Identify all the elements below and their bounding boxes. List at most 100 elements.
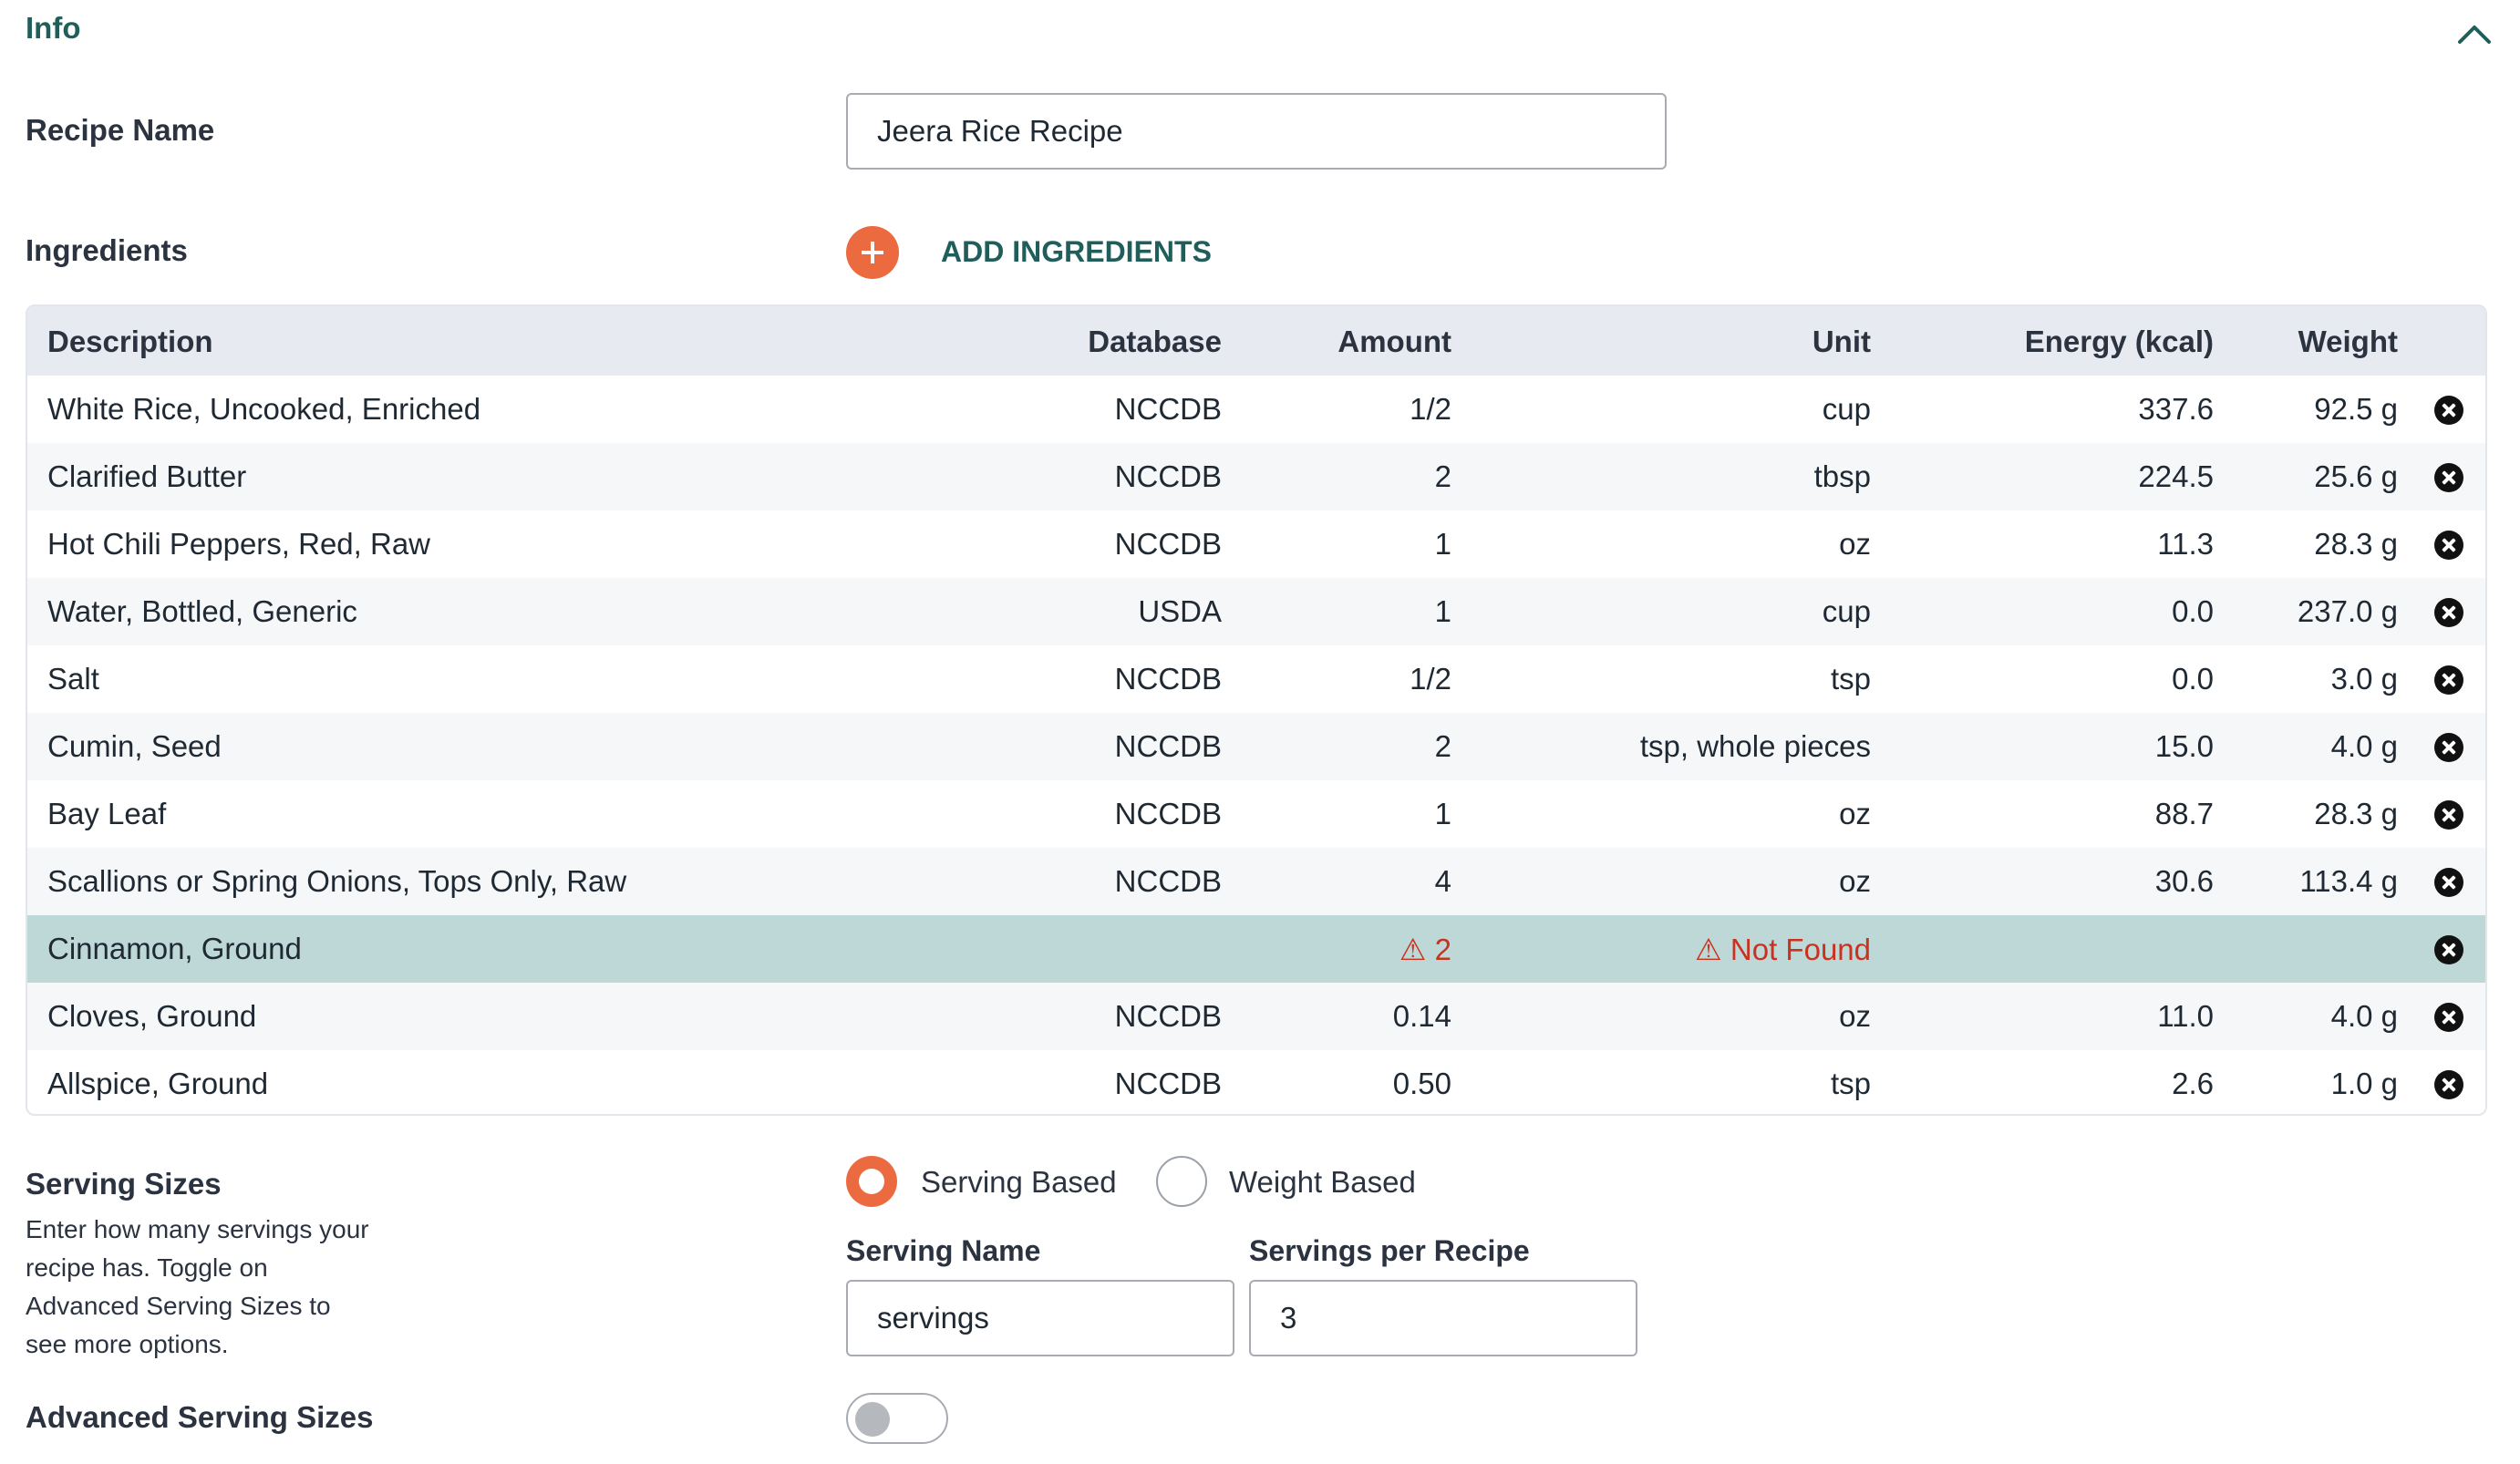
description-cell: Water, Bottled, Generic (47, 594, 357, 628)
energy-cell: 88.7 (2154, 797, 2214, 830)
energy-cell: 11.0 (2157, 999, 2214, 1033)
amount-cell: 1 (1434, 594, 1451, 628)
remove-ingredient-icon[interactable] (2434, 800, 2463, 830)
remove-ingredient-icon[interactable] (2434, 1003, 2463, 1032)
remove-ingredient-icon[interactable] (2434, 868, 2463, 897)
weight-cell: 4.0 g (2330, 729, 2398, 763)
column-header-description[interactable]: Description (47, 325, 213, 359)
weight-based-label[interactable]: Weight Based (1229, 1165, 1416, 1200)
description-cell: Clarified Butter (47, 459, 247, 493)
unit-cell: tsp (1830, 1067, 1871, 1100)
database-cell: NCCDB (1114, 392, 1222, 426)
column-header-database[interactable]: Database (1088, 325, 1222, 359)
remove-ingredient-icon[interactable] (2434, 935, 2463, 964)
energy-cell: 2.6 (2172, 1067, 2214, 1100)
amount-cell: 1/2 (1410, 392, 1451, 426)
amount-cell: 0.50 (1392, 1067, 1451, 1100)
description-cell: White Rice, Uncooked, Enriched (47, 392, 481, 426)
weight-cell: 92.5 g (2314, 392, 2398, 426)
chevron-up-icon[interactable] (2454, 18, 2494, 51)
energy-cell: 15.0 (2154, 729, 2214, 763)
table-row[interactable]: Clarified Butter NCCDB 2 tbsp 224.5 25.6 g (27, 443, 2485, 510)
table-row[interactable]: White Rice, Uncooked, Enriched NCCDB 1/2 cu… (27, 376, 2485, 443)
column-header-weight[interactable]: Weight (2298, 325, 2398, 359)
energy-cell: 337.6 (2138, 392, 2214, 426)
table-header: Description Database Amount Unit Energy … (27, 306, 2485, 376)
remove-ingredient-icon[interactable] (2434, 733, 2463, 762)
advanced-serving-sizes-label: Advanced Serving Sizes (26, 1400, 374, 1434)
amount-cell: 1 (1434, 797, 1451, 830)
energy-cell: 11.3 (2157, 527, 2214, 561)
amount-cell: 0.14 (1392, 999, 1451, 1033)
weight-cell: 3.0 g (2330, 662, 2398, 696)
unit-cell: tsp, whole pieces (1639, 729, 1871, 763)
servings-per-recipe-input[interactable] (1249, 1280, 1637, 1356)
amount-cell: 2 (1434, 459, 1451, 493)
unit-cell: cup (1822, 594, 1871, 628)
advanced-serving-sizes-toggle[interactable] (846, 1393, 948, 1444)
ingredients-table: Description Database Amount Unit Energy … (26, 304, 2487, 1116)
column-header-energy[interactable]: Energy (kcal) (2025, 325, 2214, 359)
amount-cell: 4 (1434, 864, 1451, 898)
serving-name-input[interactable] (846, 1280, 1234, 1356)
remove-ingredient-icon[interactable] (2434, 665, 2463, 695)
add-ingredients-button[interactable]: ADD INGREDIENTS (941, 235, 1212, 269)
unit-cell: oz (1839, 999, 1871, 1033)
description-cell: Bay Leaf (47, 797, 167, 830)
amount-cell: 1 (1434, 527, 1451, 561)
description-cell: Scallions or Spring Onions, Tops Only, R… (47, 864, 627, 898)
table-row[interactable]: Cinnamon, Ground ⚠ 2 ⚠ Not Found (27, 915, 2485, 983)
add-ingredient-icon[interactable] (846, 226, 899, 279)
remove-ingredient-icon[interactable] (2434, 1070, 2463, 1099)
description-cell: Salt (47, 662, 99, 696)
amount-cell: ⚠ 2 (1399, 933, 1451, 966)
description-cell: Cumin, Seed (47, 729, 222, 763)
remove-ingredient-icon[interactable] (2434, 396, 2463, 425)
energy-cell: 224.5 (2138, 459, 2214, 493)
serving-sizes-label: Serving Sizes (26, 1167, 222, 1201)
serving-based-radio[interactable] (846, 1156, 897, 1207)
description-cell: Hot Chili Peppers, Red, Raw (47, 527, 431, 561)
database-cell: NCCDB (1114, 797, 1222, 830)
amount-cell: 2 (1434, 729, 1451, 763)
table-row[interactable]: Salt NCCDB 1/2 tsp 0.0 3.0 g (27, 645, 2485, 713)
table-row[interactable]: Cloves, Ground NCCDB 0.14 oz 11.0 4.0 g (27, 983, 2485, 1050)
recipe-name-input[interactable] (846, 93, 1667, 170)
unit-cell: tbsp (1813, 459, 1871, 493)
energy-cell: 30.6 (2154, 864, 2214, 898)
weight-based-radio[interactable] (1156, 1156, 1207, 1207)
table-row[interactable]: Scallions or Spring Onions, Tops Only, R… (27, 848, 2485, 915)
weight-cell: 4.0 g (2330, 999, 2398, 1033)
database-cell: NCCDB (1114, 864, 1222, 898)
table-row[interactable]: Cumin, Seed NCCDB 2 tsp, whole pieces 15.0 4.… (27, 713, 2485, 780)
unit-cell: cup (1822, 392, 1871, 426)
remove-ingredient-icon[interactable] (2434, 531, 2463, 560)
column-header-unit[interactable]: Unit (1813, 325, 1871, 359)
unit-cell: ⚠ Not Found (1695, 933, 1871, 966)
table-row[interactable]: Bay Leaf NCCDB 1 oz 88.7 28.3 g (27, 780, 2485, 848)
database-cell: NCCDB (1114, 459, 1222, 493)
description-cell: Cloves, Ground (47, 999, 257, 1033)
description-cell: Cinnamon, Ground (47, 932, 302, 965)
unit-cell: oz (1839, 864, 1871, 898)
database-cell: NCCDB (1114, 527, 1222, 561)
unit-cell: oz (1839, 527, 1871, 561)
ingredients-label: Ingredients (26, 233, 188, 267)
table-row[interactable]: Hot Chili Peppers, Red, Raw NCCDB 1 oz 11.3 2… (27, 510, 2485, 578)
table-row[interactable]: Water, Bottled, Generic USDA 1 cup 0.0 237.0 … (27, 578, 2485, 645)
serving-name-label: Serving Name (846, 1234, 1041, 1267)
toggle-knob (855, 1402, 890, 1437)
remove-ingredient-icon[interactable] (2434, 463, 2463, 492)
table-row[interactable]: Allspice, Ground NCCDB 0.50 tsp 2.6 1.0 g (27, 1050, 2485, 1114)
column-header-amount[interactable]: Amount (1337, 325, 1451, 359)
unit-cell: oz (1839, 797, 1871, 830)
weight-cell: 1.0 g (2330, 1067, 2398, 1100)
database-cell: NCCDB (1114, 1067, 1222, 1100)
unit-cell: tsp (1830, 662, 1871, 696)
serving-sizes-help-text: Enter how many servings your recipe has.… (26, 1215, 369, 1358)
remove-ingredient-icon[interactable] (2434, 598, 2463, 627)
database-cell: NCCDB (1114, 999, 1222, 1033)
amount-cell: 1/2 (1410, 662, 1451, 696)
serving-based-label[interactable]: Serving Based (921, 1165, 1117, 1200)
servings-per-recipe-label: Servings per Recipe (1249, 1234, 1530, 1267)
